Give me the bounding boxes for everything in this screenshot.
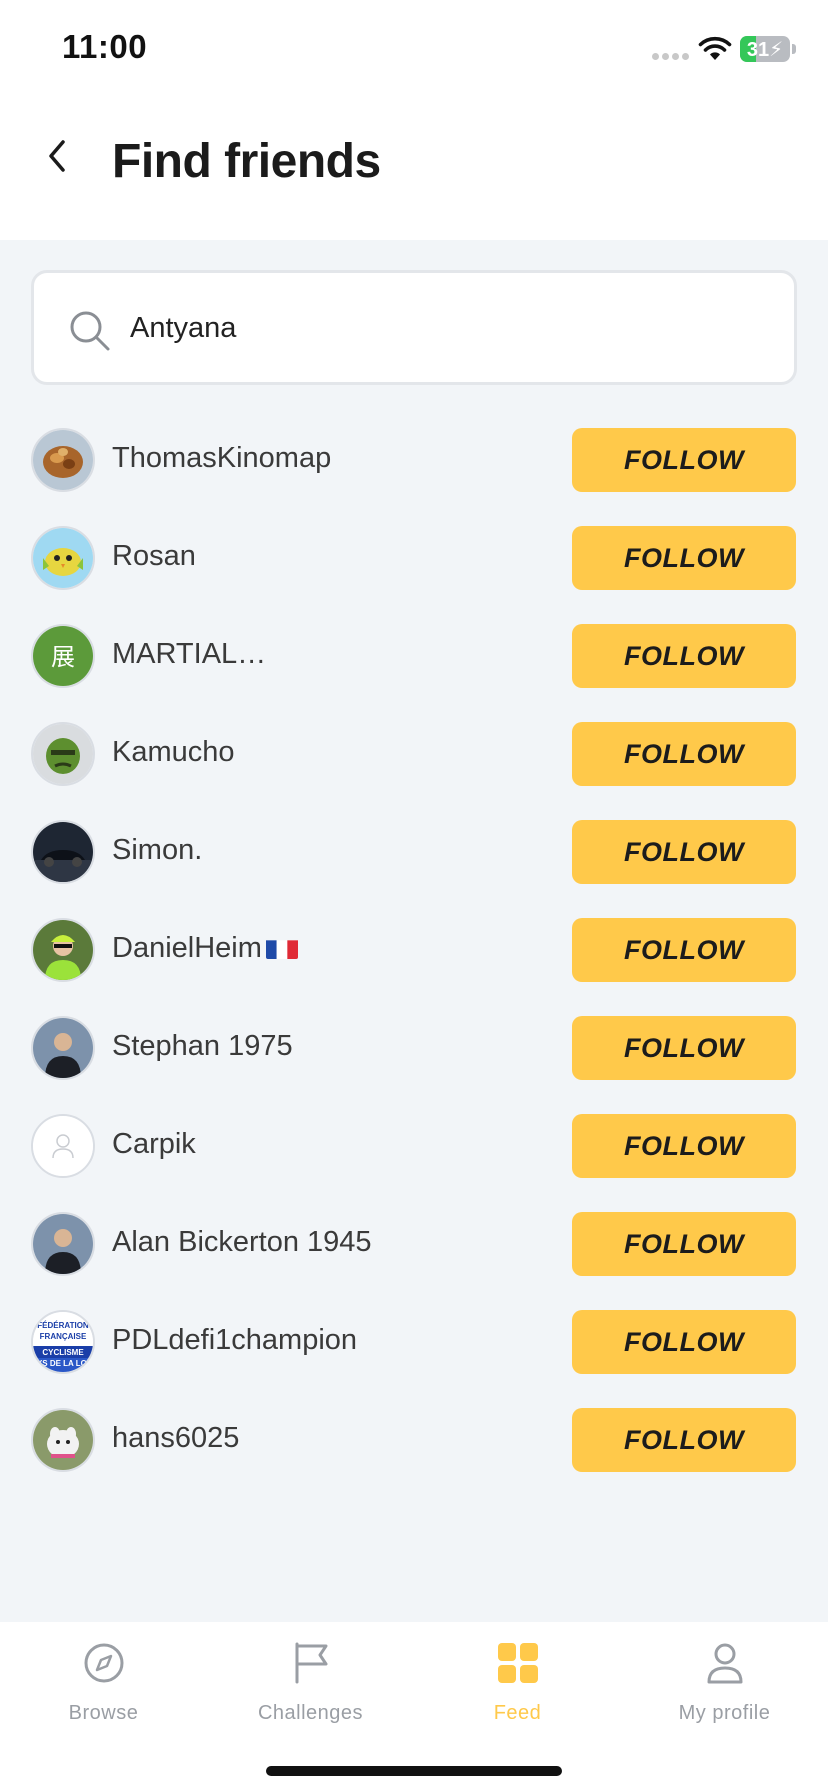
avatar[interactable]: [31, 526, 95, 590]
avatar[interactable]: [31, 918, 95, 982]
avatar[interactable]: [31, 1114, 95, 1178]
avatar-image: [33, 920, 93, 980]
wifi-icon: [698, 36, 732, 60]
user-row[interactable]: Rosan FOLLOW: [0, 526, 828, 590]
avatar-image: [33, 430, 93, 490]
username-text: Carpik: [112, 1128, 196, 1160]
follow-button[interactable]: FOLLOW: [572, 624, 796, 688]
follow-button[interactable]: FOLLOW: [572, 820, 796, 884]
page-title: Find friends: [112, 135, 381, 188]
username-text: MARTIAL…: [112, 638, 267, 670]
username[interactable]: Stephan 1975: [112, 1030, 293, 1063]
user-row[interactable]: ThomasKinomap FOLLOW: [0, 428, 828, 492]
username[interactable]: hans6025: [112, 1422, 239, 1455]
username-text: Kamucho: [112, 736, 235, 768]
header: Find friends: [0, 110, 828, 210]
battery-level-text: 31⚡: [746, 39, 784, 61]
logo-text: CYCLISME: [42, 1348, 84, 1357]
follow-button[interactable]: FOLLOW: [572, 526, 796, 590]
username[interactable]: Rosan: [112, 540, 196, 573]
avatar[interactable]: [31, 1408, 95, 1472]
follow-button[interactable]: FOLLOW: [572, 722, 796, 786]
username[interactable]: PDLdefi1champion: [112, 1324, 357, 1357]
follow-button[interactable]: FOLLOW: [572, 1310, 796, 1374]
username-text: Alan Bickerton 1945: [112, 1226, 372, 1258]
search-input[interactable]: [130, 297, 750, 359]
avatar[interactable]: [31, 820, 95, 884]
username[interactable]: Simon.: [112, 834, 202, 867]
follow-button[interactable]: FOLLOW: [572, 1408, 796, 1472]
tab-label: Browse: [68, 1702, 139, 1724]
logo-text: YS DE LA LOI: [37, 1359, 89, 1368]
username-text: Stephan 1975: [112, 1030, 293, 1062]
username-text: hans6025: [112, 1422, 240, 1454]
avatar-image: [33, 1214, 93, 1274]
username-text: Rosan: [112, 540, 196, 572]
user-row[interactable]: DanielHeim FOLLOW: [0, 918, 828, 982]
avatar[interactable]: 展: [31, 624, 95, 688]
follow-button[interactable]: FOLLOW: [572, 918, 796, 982]
battery-icon: 31⚡: [740, 36, 790, 62]
search-icon: [70, 311, 110, 351]
username-text: DanielHeim: [112, 932, 262, 964]
follow-button[interactable]: FOLLOW: [572, 1212, 796, 1276]
user-row[interactable]: Stephan 1975 FOLLOW: [0, 1016, 828, 1080]
back-button[interactable]: [30, 128, 86, 184]
tab-browse[interactable]: Browse: [0, 1640, 207, 1740]
tab-feed[interactable]: Feed: [414, 1640, 621, 1740]
follow-button[interactable]: FOLLOW: [572, 428, 796, 492]
username[interactable]: DanielHeim: [112, 932, 298, 965]
avatar-image: [33, 528, 93, 588]
chevron-left-icon: [49, 140, 65, 172]
search-box[interactable]: [31, 270, 797, 385]
avatar-image: [33, 822, 93, 882]
user-row[interactable]: hans6025 FOLLOW: [0, 1408, 828, 1472]
tab-challenges[interactable]: Challenges: [207, 1640, 414, 1740]
tab-label: My profile: [678, 1702, 771, 1724]
username[interactable]: Carpik: [112, 1128, 196, 1161]
user-row[interactable]: 展 MARTIAL… FOLLOW: [0, 624, 828, 688]
france-flag-icon: [265, 937, 298, 959]
user-row[interactable]: Kamucho FOLLOW: [0, 722, 828, 786]
tab-label: Feed: [493, 1702, 542, 1724]
username-text: ThomasKinomap: [112, 442, 332, 474]
tab-my-profile[interactable]: My profile: [621, 1640, 828, 1740]
logo-text: FRANÇAISE: [40, 1332, 87, 1341]
logo-text: FÉDÉRATION: [37, 1321, 89, 1330]
user-row[interactable]: Carpik FOLLOW: [0, 1114, 828, 1178]
username-text: PDLdefi1champion: [112, 1324, 358, 1356]
avatar[interactable]: FÉDÉRATION FRANÇAISE CYCLISME YS DE LA LOI: [31, 1310, 95, 1374]
username[interactable]: Kamucho: [112, 736, 235, 769]
follow-button[interactable]: FOLLOW: [572, 1016, 796, 1080]
battery-nub: [792, 44, 796, 54]
avatar[interactable]: [31, 1016, 95, 1080]
avatar[interactable]: [31, 722, 95, 786]
username-text: Simon.: [112, 834, 203, 866]
username[interactable]: ThomasKinomap: [112, 442, 331, 475]
avatar-initial: 展: [51, 643, 75, 671]
follow-button[interactable]: FOLLOW: [572, 1114, 796, 1178]
user-row[interactable]: Simon. FOLLOW: [0, 820, 828, 884]
avatar[interactable]: [31, 428, 95, 492]
avatar[interactable]: [31, 1212, 95, 1276]
cellular-signal-icon: [652, 53, 689, 60]
avatar-image: [33, 1116, 93, 1176]
user-row[interactable]: Alan Bickerton 1945 FOLLOW: [0, 1212, 828, 1276]
status-time: 11:00: [62, 28, 148, 65]
flag-icon: [295, 1642, 327, 1684]
tab-label: Challenges: [257, 1702, 364, 1724]
grid-icon: [497, 1643, 538, 1683]
status-bar: 11:00 31⚡: [0, 0, 828, 100]
person-icon: [707, 1643, 742, 1684]
username[interactable]: Alan Bickerton 1945: [112, 1226, 372, 1259]
user-row[interactable]: FÉDÉRATION FRANÇAISE CYCLISME YS DE LA LOI P…: [0, 1310, 828, 1374]
compass-icon: [84, 1643, 123, 1683]
avatar-image: [33, 1018, 93, 1078]
avatar-image: [33, 1410, 93, 1470]
avatar-image: [33, 724, 93, 784]
avatar-image: 展: [33, 626, 93, 686]
username[interactable]: MARTIAL…: [112, 638, 266, 671]
home-indicator: [266, 1766, 562, 1776]
avatar-image: FÉDÉRATION FRANÇAISE CYCLISME YS DE LA LOI: [33, 1312, 93, 1372]
